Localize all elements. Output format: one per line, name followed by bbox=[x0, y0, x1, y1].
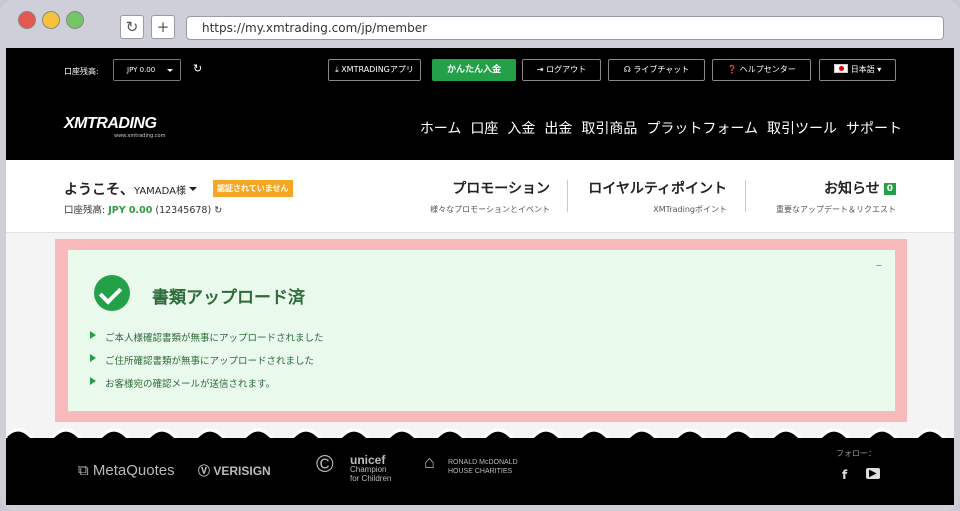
nav-tools[interactable]: 取引ツール bbox=[767, 118, 837, 138]
browser-window: ↻ + https://my.xmtrading.com/jp/member 口… bbox=[0, 0, 960, 511]
verification-badge[interactable]: 認証されていません bbox=[213, 180, 293, 197]
upload-notice-card: – 書類アップロード済 ご本人様確認書類が無事にアップロードされました ご住所確… bbox=[67, 249, 896, 412]
metaquotes-icon: ⧉ bbox=[78, 462, 89, 479]
address-bar[interactable]: https://my.xmtrading.com/jp/member bbox=[186, 16, 944, 40]
youtube-icon[interactable]: ▶ bbox=[866, 468, 880, 479]
main-nav: ホーム 口座 入金 出金 取引商品 プラットフォーム 取引ツール サポート bbox=[420, 118, 902, 138]
refresh-icon[interactable]: ↻ bbox=[193, 62, 202, 75]
japan-flag-icon bbox=[833, 64, 848, 73]
window-controls bbox=[18, 11, 84, 29]
nav-withdraw[interactable]: 出金 bbox=[544, 118, 572, 138]
list-item: ご本人様確認書類が無事にアップロードされました bbox=[90, 330, 324, 353]
news-count-badge: 0 bbox=[883, 183, 896, 195]
logout-button[interactable]: ⇥ ログアウト bbox=[522, 59, 601, 81]
check-circle-icon bbox=[94, 275, 130, 311]
welcome-panel: ようこそ、YAMADA様 認証されていません 口座残高: JPY 0.00 (1… bbox=[6, 160, 954, 233]
user-name: YAMADA様 bbox=[134, 186, 187, 197]
facebook-icon[interactable]: f bbox=[842, 468, 847, 482]
nav-home[interactable]: ホーム bbox=[420, 118, 462, 138]
new-tab-button[interactable]: + bbox=[151, 15, 175, 39]
refresh-icon[interactable]: ↻ bbox=[214, 205, 222, 216]
divider bbox=[745, 180, 746, 212]
currency-select[interactable]: JPY 0.00 bbox=[113, 59, 181, 81]
loyalty-points-link[interactable]: ロイヤルティポイント XMTradingポイント bbox=[588, 178, 727, 215]
app-button[interactable]: ⤓ XMTRADINGアプリ bbox=[328, 59, 421, 81]
verisign-logo[interactable]: Ⓥ VERISIGN bbox=[198, 462, 271, 479]
logout-icon: ⇥ bbox=[536, 65, 547, 74]
rmhc-icon: ⌂ bbox=[424, 452, 435, 472]
list-item: ご住所確認書類が無事にアップロードされました bbox=[90, 353, 324, 376]
balance-label: 口座残高: bbox=[64, 67, 99, 76]
reload-icon[interactable]: ↻ bbox=[120, 15, 144, 39]
notice-list: ご本人様確認書類が無事にアップロードされました ご住所確認書類が無事にアップロー… bbox=[90, 330, 324, 399]
logo-subtext: www.xmtrading.com bbox=[114, 133, 166, 139]
page-viewport: 口座残高: JPY 0.00 ↻ ⤓ XMTRADINGアプリ かんたん入金 ⇥… bbox=[6, 48, 954, 505]
nav-account[interactable]: 口座 bbox=[470, 118, 498, 138]
follow-label: フォロー： bbox=[836, 449, 876, 458]
rmhc-logo[interactable]: ⌂ RONALD McDONALD HOUSE CHARITIES bbox=[424, 452, 518, 476]
footer: ⧉ MetaQuotes Ⓥ VERISIGN © unicef Champio… bbox=[6, 438, 954, 505]
verisign-icon: Ⓥ bbox=[198, 464, 211, 478]
news-link[interactable]: お知らせ 0 重要なアップデート＆リクエスト bbox=[776, 178, 896, 215]
divider bbox=[567, 180, 568, 212]
minimize-icon[interactable]: – bbox=[876, 258, 882, 272]
top-bar: 口座残高: JPY 0.00 ↻ ⤓ XMTRADINGアプリ かんたん入金 ⇥… bbox=[6, 48, 954, 93]
unicef-logo[interactable]: © unicef Champion for Children bbox=[316, 451, 391, 484]
account-balance: 口座残高: JPY 0.00 (12345678) ↻ bbox=[64, 205, 223, 216]
list-item: お客様宛の確認メールが送信されます。 bbox=[90, 376, 324, 399]
language-select[interactable]: 日本語 ▾ bbox=[819, 59, 896, 81]
help-center-button[interactable]: ❓ ヘルプセンター bbox=[712, 59, 811, 81]
nav-products[interactable]: 取引商品 bbox=[581, 118, 637, 138]
nav-platforms[interactable]: プラットフォーム bbox=[646, 118, 758, 138]
promotions-link[interactable]: プロモーション 様々なプロモーションとイベント bbox=[430, 178, 550, 215]
greeting[interactable]: ようこそ、YAMADA様 bbox=[64, 179, 198, 199]
close-window-button[interactable] bbox=[18, 11, 36, 29]
maximize-window-button[interactable] bbox=[66, 11, 84, 29]
headset-icon: ☊ bbox=[623, 65, 634, 74]
nav-deposit[interactable]: 入金 bbox=[507, 118, 535, 138]
unicef-icon: © bbox=[316, 451, 334, 478]
xmtrading-logo[interactable]: XMTRADING bbox=[64, 115, 157, 133]
caret-down-icon bbox=[189, 187, 198, 195]
metaquotes-logo[interactable]: ⧉ MetaQuotes bbox=[78, 462, 175, 479]
live-chat-button[interactable]: ☊ ライブチャット bbox=[608, 59, 705, 81]
minimize-window-button[interactable] bbox=[42, 11, 60, 29]
nav-support[interactable]: サポート bbox=[846, 118, 902, 138]
question-icon: ❓ bbox=[727, 65, 740, 74]
main-navbar: XMTRADING www.xmtrading.com ホーム 口座 入金 出金… bbox=[6, 93, 954, 160]
notice-title: 書類アップロード済 bbox=[152, 288, 305, 308]
deposit-button[interactable]: かんたん入金 bbox=[432, 59, 516, 81]
